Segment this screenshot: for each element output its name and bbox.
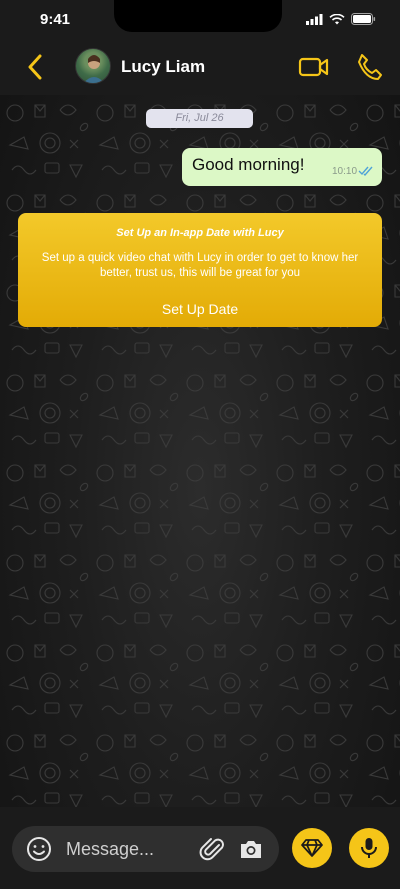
diamond-icon (301, 839, 323, 857)
phone-icon (358, 54, 382, 80)
avatar[interactable] (75, 48, 111, 84)
chat-screen: 9:41 Lucy Liam Fri, Jul 26 Good morning!… (0, 0, 400, 889)
video-call-button[interactable] (298, 53, 330, 81)
wifi-icon (329, 13, 345, 24)
status-icons (306, 13, 376, 25)
contact-name[interactable]: Lucy Liam (121, 57, 205, 77)
composer-bar (0, 807, 400, 889)
voice-call-button[interactable] (355, 52, 383, 82)
camera-button[interactable] (238, 836, 264, 862)
message-text: Good morning! (192, 155, 305, 174)
status-bar: 9:41 (0, 0, 400, 40)
chevron-left-icon (28, 54, 42, 80)
avatar-photo (83, 55, 105, 83)
smiley-icon (27, 837, 51, 861)
premium-button[interactable] (292, 828, 332, 868)
date-divider: Fri, Jul 26 (146, 109, 253, 128)
notch (114, 0, 282, 32)
card-title: Set Up an In-app Date with Lucy (116, 227, 284, 239)
double-check-icon (358, 166, 373, 177)
camera-icon (241, 841, 261, 858)
battery-icon (351, 13, 376, 25)
chat-header: Lucy Liam (0, 40, 400, 95)
message-input[interactable] (66, 835, 196, 863)
set-up-date-button[interactable]: Set Up Date (18, 301, 382, 317)
back-button[interactable] (22, 52, 48, 82)
microphone-icon (361, 838, 377, 858)
card-body: Set up a quick video chat with Lucy in o… (41, 252, 359, 279)
attach-button[interactable] (199, 835, 227, 863)
emoji-button[interactable] (26, 836, 52, 862)
voice-message-button[interactable] (349, 828, 389, 868)
signal-icon (306, 13, 323, 25)
chat-wallpaper (0, 95, 400, 807)
video-camera-icon (298, 57, 329, 77)
status-time: 9:41 (40, 11, 71, 28)
message-field (12, 826, 279, 872)
message-time: 10:10 (332, 166, 358, 177)
in-app-date-card: Set Up an In-app Date with Lucy Set up a… (18, 213, 382, 327)
paperclip-icon (199, 838, 224, 861)
outgoing-message[interactable]: Good morning! 10:10 (182, 148, 382, 186)
